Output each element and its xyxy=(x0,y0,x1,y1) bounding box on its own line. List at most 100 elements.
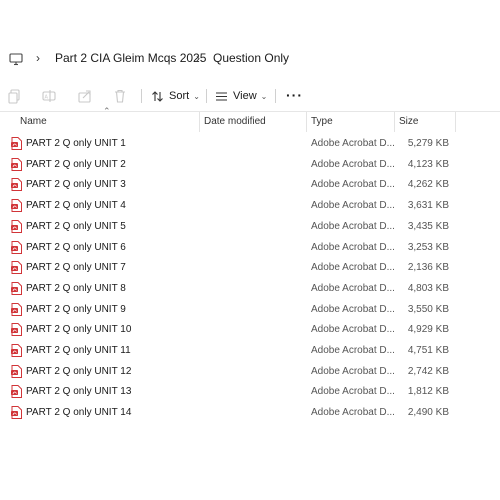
pdf-file-icon xyxy=(11,281,22,295)
file-row[interactable]: PART 2 Q only UNIT 5 Adobe Acrobat D... 3,… xyxy=(0,217,500,237)
toolbar-divider xyxy=(275,89,276,103)
file-type: Adobe Acrobat D... xyxy=(311,303,395,315)
file-name: PART 2 Q only UNIT 6 xyxy=(26,241,126,253)
file-size: 3,550 KB xyxy=(407,303,449,315)
rename-icon[interactable]: A xyxy=(41,88,57,104)
file-type: Adobe Acrobat D... xyxy=(311,345,395,356)
file-size: 4,751 KB xyxy=(407,345,449,356)
file-name: PART 2 Q only UNIT 5 xyxy=(26,220,126,232)
file-name: PART 2 Q only UNIT 8 xyxy=(26,282,126,294)
pdf-file-icon xyxy=(11,406,22,420)
chevron-down-icon: ⌄ xyxy=(193,91,200,101)
pdf-file-icon xyxy=(11,364,22,378)
chevron-down-icon: ⌄ xyxy=(260,91,268,101)
file-type: Adobe Acrobat D... xyxy=(311,262,395,274)
copy-icon[interactable] xyxy=(7,88,23,104)
file-row[interactable]: PART 2 Q only UNIT 4 Adobe Acrobat D... 3,… xyxy=(0,196,500,216)
breadcrumb-item-folder[interactable]: Part 2 CIA Gleim Mcqs 2025 xyxy=(55,51,206,65)
file-row[interactable]: PART 2 Q only UNIT 11 Adobe Acrobat D... 4… xyxy=(0,341,500,361)
address-bar[interactable]: › Part 2 CIA Gleim Mcqs 2025 › Question … xyxy=(0,46,500,72)
file-name: PART 2 Q only UNIT 12 xyxy=(26,365,132,377)
view-button[interactable]: View ⌄ xyxy=(215,87,267,105)
file-size: 3,253 KB xyxy=(407,241,449,253)
file-row[interactable]: PART 2 Q only UNIT 14 Adobe Acrobat D... 2… xyxy=(0,403,500,423)
pdf-file-icon xyxy=(11,199,22,213)
file-size: 3,435 KB xyxy=(407,220,449,232)
file-name: PART 2 Q only UNIT 14 xyxy=(26,407,132,419)
file-row[interactable]: PART 2 Q only UNIT 2 Adobe Acrobat D... 4,… xyxy=(0,155,500,175)
toolbar-divider xyxy=(141,89,142,103)
svg-text:A: A xyxy=(45,95,49,101)
view-list-icon xyxy=(216,91,227,101)
pdf-file-icon xyxy=(11,344,22,357)
file-row[interactable]: PART 2 Q only UNIT 7 Adobe Acrobat D... 2,… xyxy=(0,258,500,278)
column-header-size[interactable]: Size xyxy=(399,116,418,127)
pdf-file-icon xyxy=(11,302,22,316)
sort-icon xyxy=(152,90,163,102)
file-type: Adobe Acrobat D... xyxy=(311,407,395,419)
file-type: Adobe Acrobat D... xyxy=(311,200,395,212)
breadcrumb-item-current[interactable]: Question Only xyxy=(213,51,289,65)
file-row[interactable]: PART 2 Q only UNIT 6 Adobe Acrobat D... 3,… xyxy=(0,238,500,258)
pdf-file-icon xyxy=(11,137,22,150)
pdf-file-icon xyxy=(11,219,22,233)
toolbar-divider xyxy=(206,89,207,103)
file-size: 2,742 KB xyxy=(407,365,449,377)
file-type: Adobe Acrobat D... xyxy=(311,241,395,253)
file-type: Adobe Acrobat D... xyxy=(311,365,395,377)
file-name: PART 2 Q only UNIT 11 xyxy=(26,345,131,356)
sort-ascending-icon: ⌃ xyxy=(103,106,111,116)
file-type: Adobe Acrobat D... xyxy=(311,324,395,336)
file-name: PART 2 Q only UNIT 4 xyxy=(26,200,126,212)
file-size: 4,123 KB xyxy=(407,158,449,170)
file-row[interactable]: PART 2 Q only UNIT 8 Adobe Acrobat D... 4,… xyxy=(0,279,500,299)
file-row[interactable]: PART 2 Q only UNIT 13 Adobe Acrobat D... 1… xyxy=(0,382,500,402)
column-divider[interactable] xyxy=(199,112,200,132)
file-row[interactable]: PART 2 Q only UNIT 3 Adobe Acrobat D... 4,… xyxy=(0,175,500,195)
file-name: PART 2 Q only UNIT 9 xyxy=(26,303,126,315)
file-row[interactable]: PART 2 Q only UNIT 12 Adobe Acrobat D... 2… xyxy=(0,362,500,382)
file-type: Adobe Acrobat D... xyxy=(311,138,395,149)
more-options-button[interactable]: ··· xyxy=(286,87,303,103)
column-header-name[interactable]: Name xyxy=(20,116,47,127)
column-divider[interactable] xyxy=(306,112,307,132)
file-type: Adobe Acrobat D... xyxy=(311,220,395,232)
file-size: 2,490 KB xyxy=(407,407,449,419)
column-divider[interactable] xyxy=(394,112,395,132)
pdf-file-icon xyxy=(11,157,22,171)
column-header-type[interactable]: Type xyxy=(311,116,333,127)
file-row[interactable]: PART 2 Q only UNIT 10 Adobe Acrobat D... 4… xyxy=(0,320,500,340)
file-type: Adobe Acrobat D... xyxy=(311,282,395,294)
pdf-file-icon xyxy=(11,240,22,254)
file-name: PART 2 Q only UNIT 13 xyxy=(26,386,132,398)
pdf-file-icon xyxy=(11,385,22,399)
file-size: 4,929 KB xyxy=(407,324,449,336)
file-row[interactable]: PART 2 Q only UNIT 1 Adobe Acrobat D... 5,… xyxy=(0,134,500,154)
file-type: Adobe Acrobat D... xyxy=(311,158,395,170)
share-icon[interactable] xyxy=(77,88,93,104)
toolbar-separator xyxy=(0,111,500,112)
column-divider[interactable] xyxy=(455,112,456,132)
file-name: PART 2 Q only UNIT 3 xyxy=(26,179,126,191)
view-label: View xyxy=(233,90,257,102)
command-bar: A Sort ⌄ View ⌄ ··· xyxy=(0,83,500,109)
file-size: 4,803 KB xyxy=(407,282,449,294)
file-size: 5,279 KB xyxy=(407,138,449,149)
pdf-file-icon xyxy=(11,178,22,192)
pdf-file-icon xyxy=(11,323,22,337)
file-row[interactable]: PART 2 Q only UNIT 9 Adobe Acrobat D... 3,… xyxy=(0,300,500,320)
chevron-right-icon[interactable]: › xyxy=(196,51,200,65)
file-type: Adobe Acrobat D... xyxy=(311,179,395,191)
file-name: PART 2 Q only UNIT 1 xyxy=(26,138,126,149)
pdf-file-icon xyxy=(11,261,22,275)
file-name: PART 2 Q only UNIT 10 xyxy=(26,324,132,336)
column-header-date-modified[interactable]: Date modified xyxy=(204,116,266,127)
sort-button[interactable]: Sort ⌄ xyxy=(151,87,200,105)
file-size: 1,812 KB xyxy=(407,386,449,398)
chevron-right-icon[interactable]: › xyxy=(36,51,40,65)
file-size: 2,136 KB xyxy=(407,262,449,274)
delete-icon[interactable] xyxy=(112,88,128,104)
file-size: 4,262 KB xyxy=(407,179,449,191)
file-name: PART 2 Q only UNIT 2 xyxy=(26,158,126,170)
pc-monitor-icon[interactable] xyxy=(9,52,23,66)
